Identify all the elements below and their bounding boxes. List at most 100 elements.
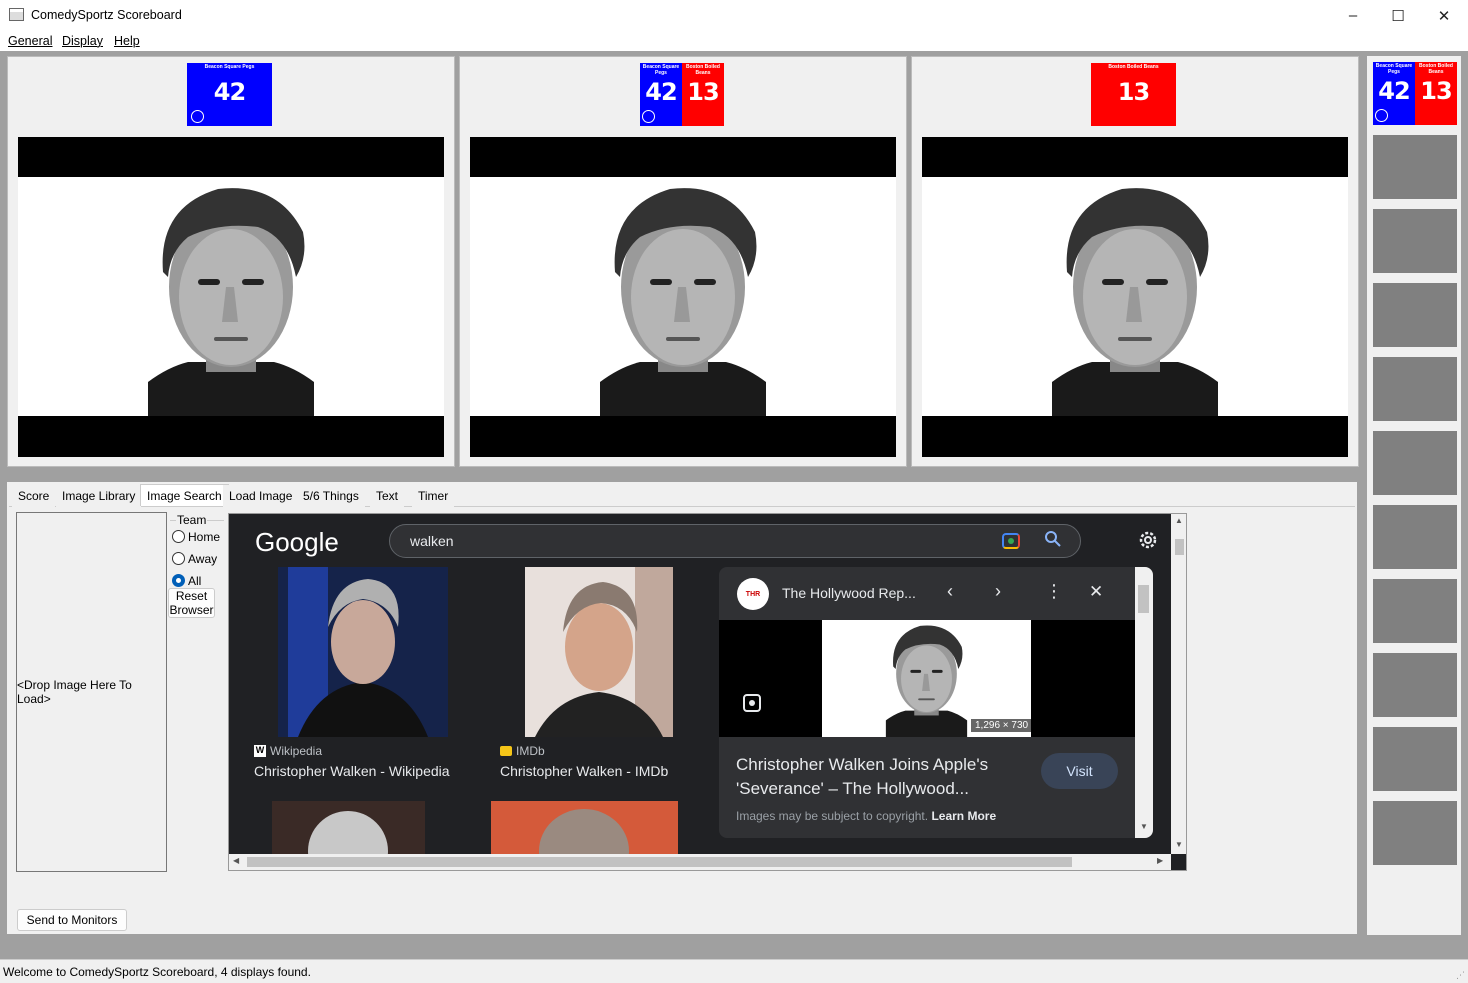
scoreboard: Beacon Square Pegs 42 Boston Boiled Bean… [640, 63, 724, 126]
team-away-radio[interactable] [172, 552, 185, 565]
thumbnail-slot[interactable] [1373, 579, 1457, 643]
image-preview-panel: THR The Hollywood Rep... ‹ › ⋮ ✕ 1,296 ×… [719, 567, 1153, 838]
team-home-radio[interactable] [172, 530, 185, 543]
result-source: Wikipedia [270, 744, 323, 758]
team-all-label[interactable]: All [188, 574, 201, 588]
status-bar: Welcome to ComedySportz Scoreboard, 4 di… [0, 959, 1468, 983]
thumbnail-slot[interactable] [1373, 653, 1457, 717]
panel-scrollbar[interactable]: ▼ [1135, 567, 1153, 838]
away-team-name: Boston Boiled Beans [686, 64, 720, 76]
thumbnail-slot[interactable] [1373, 431, 1457, 495]
away-score-tile: Boston Boiled Beans 13 [1091, 63, 1176, 126]
thumbnail-slot[interactable] [1373, 283, 1457, 347]
away-team-name: Boston Boiled Beans [1419, 63, 1453, 75]
settings-gear-icon[interactable] [1137, 529, 1159, 554]
portrait-image [470, 177, 896, 416]
tab-5-6-things[interactable]: 5/6 Things [297, 485, 365, 507]
result-title[interactable]: Christopher Walken - Wikipedia [254, 763, 450, 779]
mini-scoreboard[interactable]: Beacon Square Pegs 42 Boston Boiled Bean… [1373, 62, 1457, 125]
home-score: 42 [645, 78, 677, 106]
close-button[interactable]: ✕ [1421, 0, 1467, 31]
maximize-button[interactable]: ☐ [1375, 0, 1421, 31]
team-home-label[interactable]: Home [188, 530, 220, 544]
thumbnail-slot[interactable] [1373, 357, 1457, 421]
image-dimensions: 1,296 × 730 [971, 719, 1033, 732]
search-icon[interactable] [1044, 530, 1062, 553]
scoreboard: Beacon Square Pegs 42 [187, 63, 272, 126]
tab-timer[interactable]: Timer [412, 485, 455, 507]
tab-image-search[interactable]: Image Search [140, 484, 229, 506]
team-away-label[interactable]: Away [188, 552, 217, 566]
home-score-tile: Beacon Square Pegs 42 [640, 63, 682, 126]
title-bar: ComedySportz Scoreboard – ☐ ✕ [0, 0, 1468, 31]
display-image [18, 137, 444, 457]
team-logo-icon [642, 110, 655, 123]
google-logo[interactable]: Google [255, 527, 339, 558]
home-score: 42 [213, 78, 246, 106]
menu-bar: General Display Help [0, 31, 1468, 51]
away-team-name: Boston Boiled Beans [1108, 64, 1159, 70]
preview-headline[interactable]: Christopher Walken Joins Apple's 'Severa… [736, 753, 988, 801]
more-vert-icon[interactable]: ⋮ [1045, 581, 1063, 602]
site-name[interactable]: The Hollywood Rep... [782, 585, 916, 601]
resize-grip-icon[interactable]: ⋰ [1456, 970, 1465, 981]
send-to-monitors-button[interactable]: Send to Monitors [17, 909, 127, 931]
team-logo-icon [191, 110, 204, 123]
search-box[interactable]: walken [389, 524, 1081, 558]
chevron-left-icon[interactable]: ‹ [947, 581, 953, 602]
close-icon[interactable]: ✕ [1089, 582, 1103, 602]
tab-text[interactable]: Text [370, 485, 405, 507]
home-team-name: Beacon Square Pegs [642, 64, 680, 76]
portrait-image [922, 177, 1348, 416]
result-image[interactable] [272, 801, 425, 855]
tab-score[interactable]: Score [12, 485, 56, 507]
preview-all[interactable]: Beacon Square Pegs 42 Boston Boiled Bean… [459, 56, 907, 467]
tab-image-library[interactable]: Image Library [56, 485, 142, 507]
menu-help[interactable]: Help [114, 34, 140, 48]
home-score-tile: Beacon Square Pegs 42 [187, 63, 272, 126]
display-sidebar: Beacon Square Pegs 42 Boston Boiled Bean… [1367, 56, 1461, 935]
result-image[interactable] [278, 567, 448, 737]
tab-load-image[interactable]: Load Image [223, 485, 299, 507]
thumbnail-slot[interactable] [1373, 505, 1457, 569]
away-score-tile: Boston Boiled Beans 13 [682, 63, 724, 126]
display-image [922, 137, 1348, 457]
result-title[interactable]: Christopher Walken - IMDb [500, 763, 668, 779]
horizontal-scrollbar[interactable]: ◀ ▶ [229, 854, 1171, 870]
thumbnail-slot[interactable] [1373, 135, 1457, 199]
wikipedia-icon: W [254, 745, 266, 757]
scoreboard: Boston Boiled Beans 13 [1091, 63, 1176, 126]
thumbnail-slot[interactable] [1373, 209, 1457, 273]
result-image[interactable] [525, 567, 673, 737]
chevron-right-icon[interactable]: › [995, 581, 1001, 602]
visit-button[interactable]: Visit [1041, 753, 1118, 789]
google-header: Google walken [229, 514, 1169, 567]
home-team-name: Beacon Square Pegs [1375, 63, 1413, 75]
camera-lens-icon[interactable] [1002, 533, 1020, 549]
away-score: 13 [687, 78, 719, 106]
vertical-scrollbar[interactable]: ▲ ▼ [1171, 514, 1186, 854]
app-icon [9, 8, 24, 21]
minimize-button[interactable]: – [1330, 0, 1376, 31]
home-score-tile: Beacon Square Pegs 42 [1373, 62, 1415, 125]
team-all-radio[interactable] [172, 574, 185, 587]
thumbnail-slot[interactable] [1373, 801, 1457, 865]
imdb-icon [500, 746, 512, 756]
search-input[interactable]: walken [410, 533, 454, 549]
team-logo-icon [1375, 109, 1388, 122]
result-image[interactable] [491, 801, 678, 855]
thumbnail-slot[interactable] [1373, 727, 1457, 791]
preview-away[interactable]: Boston Boiled Beans 13 [911, 56, 1359, 467]
image-drop-zone[interactable]: <Drop Image Here To Load> [16, 512, 167, 872]
learn-more-link[interactable]: Learn More [931, 809, 996, 823]
display-image [470, 137, 896, 457]
embedded-browser[interactable]: Google walken W Wikipedia Christopher Wa… [228, 513, 1187, 871]
lens-icon[interactable] [743, 694, 761, 712]
reset-browser-button[interactable]: Reset Browser [168, 588, 215, 618]
preview-home[interactable]: Beacon Square Pegs 42 [7, 56, 455, 467]
result-source: IMDb [516, 744, 545, 758]
team-group-title: Team [176, 513, 208, 527]
away-score-tile: Boston Boiled Beans 13 [1415, 62, 1457, 125]
menu-general[interactable]: General [8, 34, 52, 48]
menu-display[interactable]: Display [62, 34, 103, 48]
